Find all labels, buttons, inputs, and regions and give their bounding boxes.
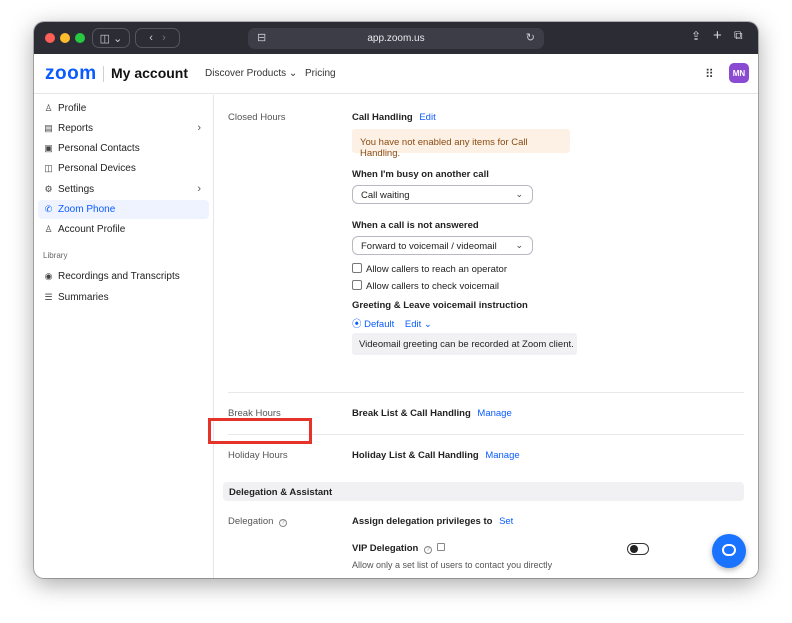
holiday-manage-link[interactable]: Manage bbox=[485, 450, 519, 461]
vip-delegation-heading: VIP Delegation ? bbox=[352, 543, 445, 554]
divider bbox=[228, 392, 744, 393]
call-handling-edit-link[interactable]: Edit bbox=[419, 112, 435, 123]
apps-grid-icon[interactable]: ⠿ bbox=[705, 67, 714, 81]
chevron-down-icon: ⌄ bbox=[515, 189, 523, 199]
chevron-right-icon: › bbox=[197, 183, 201, 195]
vip-delegation-description: Allow only a set list of users to contac… bbox=[352, 560, 553, 570]
greeting-heading: Greeting & Leave voicemail instruction bbox=[352, 300, 528, 311]
break-list-heading: Break List & Call Handling Manage bbox=[352, 408, 512, 419]
unanswered-call-select[interactable]: Forward to voicemail / videomail ⌄ bbox=[352, 236, 533, 255]
recording-icon: ◉ bbox=[44, 271, 53, 281]
vip-delegation-toggle[interactable] bbox=[627, 543, 649, 555]
toggle-knob bbox=[630, 545, 638, 553]
sidebar-icon: ◫ ⌄ bbox=[99, 32, 123, 45]
back-forward-buttons[interactable]: ‹ › bbox=[135, 28, 180, 48]
greeting-options: ⦿ Default Edit ⌄ bbox=[352, 316, 432, 330]
nav-discover-products[interactable]: Discover Products ⌄ bbox=[205, 68, 297, 79]
chat-support-button[interactable] bbox=[712, 534, 746, 568]
help-icon[interactable]: ? bbox=[423, 546, 432, 554]
sidebar-item-profile[interactable]: ♙ Profile bbox=[38, 99, 209, 118]
break-manage-link[interactable]: Manage bbox=[477, 408, 511, 419]
chevron-down-icon: ⌄ bbox=[288, 68, 298, 79]
devices-icon: ◫ bbox=[44, 163, 53, 173]
delegation-label: Delegation ? bbox=[228, 516, 288, 527]
report-icon: ▤ bbox=[44, 123, 53, 133]
url-text: app.zoom.us bbox=[367, 33, 425, 44]
contacts-icon: ▣ bbox=[44, 143, 53, 153]
back-icon: ‹ bbox=[149, 32, 153, 44]
close-window-button[interactable] bbox=[45, 33, 55, 43]
sidebar-item-recordings[interactable]: ◉ Recordings and Transcripts bbox=[38, 267, 209, 286]
sidebar-section-library: Library bbox=[43, 251, 68, 260]
share-icon[interactable]: ⇪ bbox=[691, 29, 701, 43]
top-navigation: zoom My account Discover Products ⌄ Pric… bbox=[34, 54, 758, 94]
logo-divider bbox=[103, 66, 104, 82]
call-handling-alert: You have not enabled any items for Call … bbox=[352, 129, 570, 159]
phone-icon: ✆ bbox=[44, 204, 53, 214]
chevron-right-icon: › bbox=[197, 122, 201, 134]
holiday-hours-highlight bbox=[208, 418, 312, 444]
closed-hours-label: Closed Hours bbox=[228, 112, 286, 123]
main-content: Closed Hours Call Handling Edit You have… bbox=[215, 95, 758, 578]
sidebar-item-personal-contacts[interactable]: ▣ Personal Contacts bbox=[38, 139, 209, 158]
address-bar[interactable]: ⊟ app.zoom.us ↻ bbox=[248, 28, 544, 49]
call-handling-heading: Call Handling Edit bbox=[352, 112, 436, 123]
sidebar-item-zoom-phone[interactable]: ✆ Zoom Phone bbox=[38, 200, 209, 219]
tab-overview-icon[interactable]: ⧉ bbox=[734, 28, 743, 43]
info-icon[interactable] bbox=[436, 543, 445, 551]
greeting-edit-link[interactable]: Edit ⌄ bbox=[405, 319, 432, 330]
new-tab-icon[interactable]: + bbox=[713, 27, 722, 44]
minimize-window-button[interactable] bbox=[60, 33, 70, 43]
avatar[interactable]: MN bbox=[729, 63, 749, 83]
reach-operator-checkbox[interactable]: Allow callers to reach an operator bbox=[352, 263, 507, 275]
checkbox[interactable] bbox=[352, 280, 362, 290]
zoom-window-button[interactable] bbox=[75, 33, 85, 43]
videomail-info: Videomail greeting can be recorded at Zo… bbox=[352, 333, 577, 355]
browser-window: ◫ ⌄ ‹ › ⊟ app.zoom.us ↻ ⇪ + ⧉ zoom My ac… bbox=[34, 22, 758, 578]
sidebar-item-summaries[interactable]: ☰ Summaries bbox=[38, 288, 209, 307]
sidebar-item-reports[interactable]: ▤ Reports › bbox=[38, 119, 209, 138]
chat-icon bbox=[722, 544, 736, 556]
page-title: My account bbox=[111, 65, 189, 81]
assign-delegation-heading: Assign delegation privileges to Set bbox=[352, 516, 514, 527]
summaries-icon: ☰ bbox=[44, 292, 53, 302]
sidebar-item-personal-devices[interactable]: ◫ Personal Devices bbox=[38, 159, 209, 178]
person-icon: ♙ bbox=[44, 103, 53, 113]
chevron-down-icon: ⌄ bbox=[515, 240, 523, 250]
checkbox[interactable] bbox=[352, 263, 362, 273]
sidebar-item-settings[interactable]: ⚙ Settings › bbox=[38, 180, 209, 199]
greeting-default-option[interactable]: ⦿ Default bbox=[352, 319, 394, 330]
busy-call-select[interactable]: Call waiting ⌄ bbox=[352, 185, 533, 204]
check-voicemail-checkbox[interactable]: Allow callers to check voicemail bbox=[352, 280, 499, 292]
sidebar: ♙ Profile ▤ Reports › ▣ Personal Contact… bbox=[34, 95, 214, 578]
sidebar-toggle-button[interactable]: ◫ ⌄ bbox=[92, 28, 130, 48]
delegation-section-header: Delegation & Assistant bbox=[223, 482, 744, 501]
help-icon[interactable]: ? bbox=[279, 519, 288, 527]
sidebar-item-account-profile[interactable]: ♙ Account Profile bbox=[38, 220, 209, 239]
nav-pricing[interactable]: Pricing bbox=[305, 68, 336, 79]
busy-call-heading: When I'm busy on another call bbox=[352, 169, 489, 180]
holiday-list-heading: Holiday List & Call Handling Manage bbox=[352, 450, 520, 461]
gear-icon: ⚙ bbox=[44, 184, 53, 194]
unanswered-call-heading: When a call is not answered bbox=[352, 220, 479, 231]
forward-icon: › bbox=[162, 32, 166, 44]
account-profile-icon: ♙ bbox=[44, 224, 53, 234]
zoom-logo[interactable]: zoom bbox=[45, 63, 97, 85]
delegation-set-link[interactable]: Set bbox=[499, 516, 513, 527]
browser-toolbar: ◫ ⌄ ‹ › ⊟ app.zoom.us ↻ ⇪ + ⧉ bbox=[34, 22, 758, 54]
holiday-hours-label: Holiday Hours bbox=[228, 450, 288, 461]
reload-icon[interactable]: ↻ bbox=[526, 31, 535, 44]
